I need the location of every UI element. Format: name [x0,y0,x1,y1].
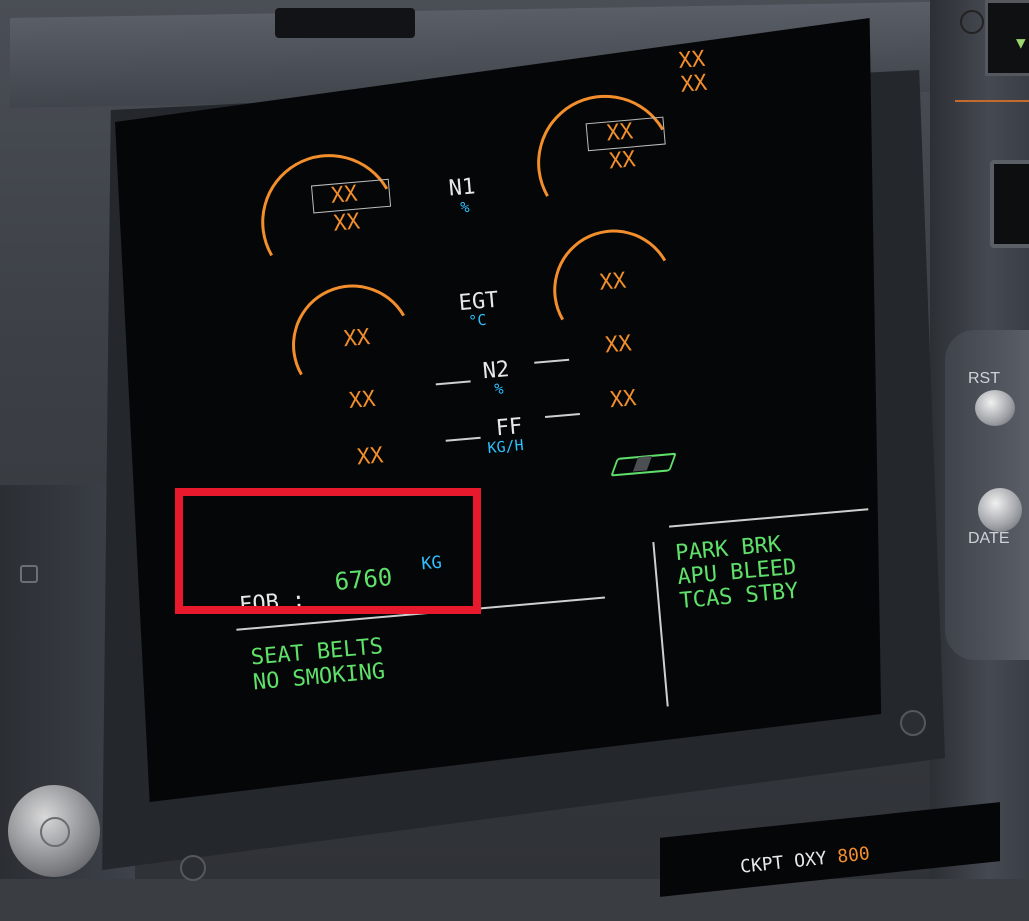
n2-unit: % [493,379,505,399]
n2-line-left [435,380,471,386]
fob-highlight-box [175,488,481,614]
n1-gauge-left [245,138,413,306]
ecam-content: XX XX XX XX XX XX N1 % XX XX EGT °C XX N… [0,0,1029,921]
n1-value-left-2: XX [332,209,361,237]
n2-value-right: XX [603,331,633,359]
egt-value-left: XX [342,325,372,353]
ff-unit: KG/H [486,436,525,458]
n1-unit: % [459,197,471,217]
engine-value: XX [679,70,709,98]
screw-icon [900,710,926,736]
n2-value-left: XX [347,386,377,415]
ckpt-oxy-value: 800 [836,843,871,868]
engine-value: XX [677,46,707,74]
egt-unit: °C [467,310,488,331]
n1-value-right-2: XX [607,147,637,175]
memo-separator-right [668,508,869,528]
ff-line-left [445,436,481,442]
n2-line-right [534,358,570,364]
ff-value-right: XX [608,386,638,414]
n1-value-right: XX [605,119,635,147]
n1-label: N1 [447,174,477,202]
ff-line-right [544,412,580,419]
n1-gauge-right [521,79,689,247]
n1-value-left: XX [329,181,359,209]
triangle-icon: ▼ [1016,33,1026,52]
screw-icon [180,855,206,881]
egt-value-right: XX [598,268,628,296]
ff-value-left: XX [355,443,385,471]
memo-divider [652,541,669,707]
